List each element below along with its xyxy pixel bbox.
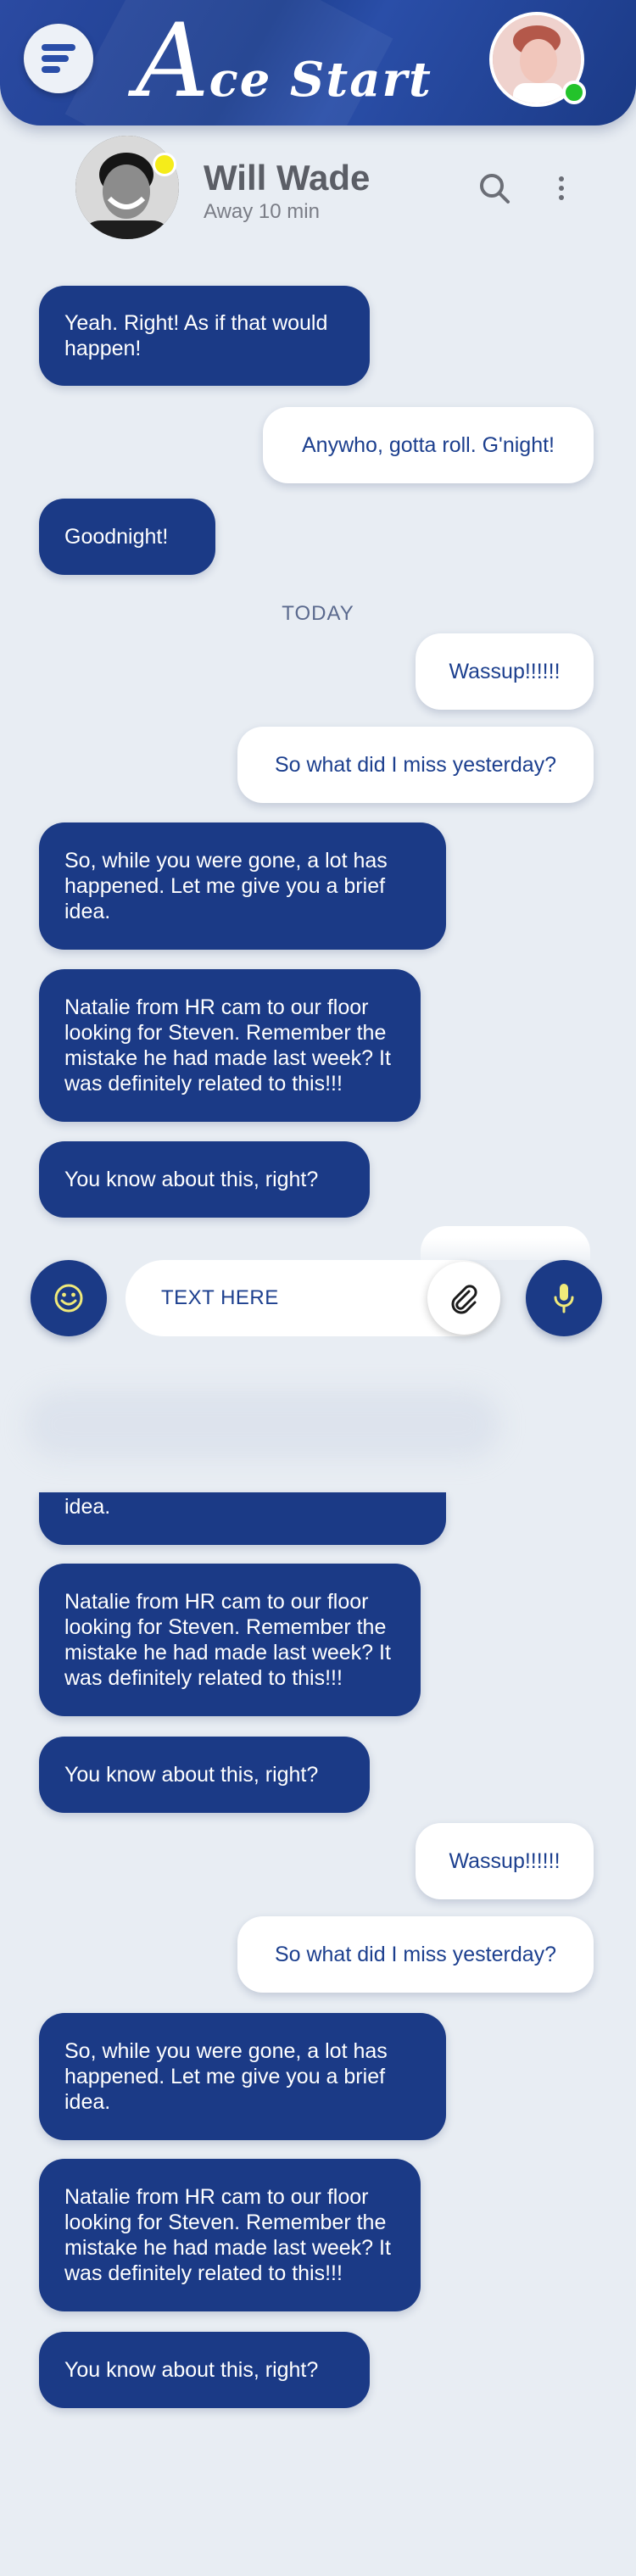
contact-avatar[interactable] — [75, 136, 179, 239]
message-text: Natalie from HR cam to our floor looking… — [64, 1590, 391, 1690]
message-text: Natalie from HR cam to our floor looking… — [64, 2185, 391, 2285]
paperclip-icon — [451, 1285, 477, 1314]
emoji-button[interactable] — [31, 1260, 107, 1336]
away-status-dot — [153, 153, 176, 176]
menu-button[interactable] — [24, 24, 93, 93]
message-text: Natalie from HR cam to our floor looking… — [64, 995, 391, 1096]
online-status-dot — [562, 81, 586, 104]
message-text: Yeah. Right! As if that would happen! — [64, 311, 328, 360]
message-text: So what did I miss yesterday? — [274, 1943, 557, 1966]
search-button[interactable] — [476, 170, 513, 207]
attach-button[interactable] — [427, 1262, 500, 1335]
more-options-button[interactable] — [551, 171, 572, 205]
app-title-initial: A — [136, 3, 209, 120]
message-bubble-outgoing[interactable]: So what did I miss yesterday? — [237, 1916, 594, 1993]
microphone-button[interactable] — [526, 1260, 602, 1336]
app-title: Ace Start — [136, 7, 432, 125]
message-text: Wassup!!!!!! — [449, 660, 561, 683]
message-text: You know about this, right? — [64, 1168, 319, 1191]
app-title-rest: ce Start — [209, 52, 432, 108]
message-text: So what did I miss yesterday? — [274, 753, 557, 777]
message-bubble-outgoing[interactable]: So what did I miss yesterday? — [237, 727, 594, 803]
message-bubble-incoming[interactable]: Yeah. Right! As if that would happen! — [39, 286, 370, 386]
message-bubble-incoming[interactable]: You know about this, right? — [39, 2332, 370, 2408]
microphone-icon — [554, 1284, 574, 1313]
contact-avatar-image — [75, 136, 179, 239]
message-bubble-incoming[interactable]: So, while you were gone, a lot has happe… — [39, 822, 446, 950]
message-text: Anywho, gotta roll. G'night! — [302, 433, 555, 457]
message-text: You know about this, right? — [64, 2358, 319, 2382]
smiley-icon — [54, 1284, 83, 1313]
message-bubble-incoming[interactable]: Natalie from HR cam to our floor looking… — [39, 1564, 421, 1716]
message-bubble-incoming[interactable]: Natalie from HR cam to our floor looking… — [39, 2159, 421, 2311]
menu-icon — [42, 44, 75, 73]
message-bubble-incoming[interactable]: You know about this, right? — [39, 1141, 370, 1218]
message-text: So, while you were gone, a lot has happe… — [64, 2039, 388, 2114]
message-bubble-incoming[interactable]: Natalie from HR cam to our floor looking… — [39, 969, 421, 1122]
message-text: idea. — [64, 1495, 111, 1519]
message-bubble-incoming[interactable]: You know about this, right? — [39, 1737, 370, 1813]
search-icon — [480, 174, 510, 204]
message-bubble-incoming[interactable]: So, while you were gone, a lot has happe… — [39, 2013, 446, 2140]
contact-status: Away 10 min — [204, 200, 320, 223]
more-vertical-icon — [559, 176, 564, 200]
message-text: Goodnight! — [64, 525, 169, 549]
message-text: Wassup!!!!!! — [449, 1849, 561, 1873]
message-text: So, while you were gone, a lot has happe… — [64, 849, 388, 923]
day-divider: TODAY — [282, 602, 354, 625]
contact-name: Will Wade — [204, 158, 371, 198]
message-bubble-incoming[interactable]: Goodnight! — [39, 499, 215, 575]
message-bubble-outgoing[interactable]: Wassup!!!!!! — [416, 1823, 594, 1899]
message-bubble-outgoing[interactable]: Anywho, gotta roll. G'night! — [263, 407, 594, 483]
message-bubble-incoming[interactable]: idea. — [39, 1492, 446, 1545]
message-bubble-outgoing[interactable]: Wassup!!!!!! — [416, 633, 594, 710]
message-text: You know about this, right? — [64, 1763, 319, 1787]
